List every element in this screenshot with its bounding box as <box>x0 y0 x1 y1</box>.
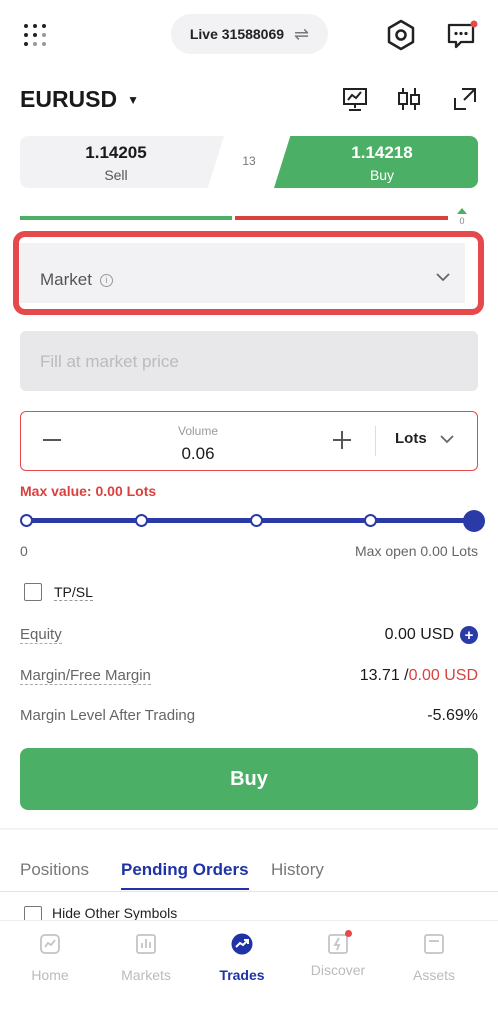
margin-level-row: Margin Level After Trading -5.69% <box>20 707 478 729</box>
tab-positions[interactable]: Positions <box>20 860 89 880</box>
swap-icon: ⇌ <box>294 23 310 44</box>
slider-min-label: 0 <box>20 543 28 559</box>
free-margin-value: 0.00 USD <box>408 667 478 684</box>
tpsl-label: TP/SL <box>54 583 93 601</box>
triangle-up-icon <box>457 208 467 214</box>
volume-unit-select[interactable]: Lots <box>395 430 455 447</box>
buy-price: 1.14218 <box>351 143 413 162</box>
hide-other-symbols-toggle[interactable]: Hide Other Symbols <box>24 906 177 920</box>
chart-presentation-icon[interactable] <box>340 84 370 114</box>
slider-step-25[interactable] <box>135 514 148 527</box>
volume-label: Volume <box>177 424 219 438</box>
margin-label[interactable]: Margin/Free Margin <box>20 667 151 685</box>
nav-assets[interactable]: Assets <box>394 933 474 983</box>
order-type-label: Market <box>40 270 92 289</box>
symbol-row: EURUSD ▼ <box>20 84 478 116</box>
buy-price-button[interactable]: 1.14218 Buy <box>274 136 478 188</box>
sell-price-button[interactable]: 1.14205 Sell <box>20 136 224 188</box>
buy-button[interactable]: Buy <box>20 748 478 810</box>
slider-max-label: Max open 0.00 Lots <box>355 543 478 559</box>
max-value-warning: Max value: 0.00 Lots <box>20 483 157 499</box>
candlestick-icon[interactable] <box>394 84 424 114</box>
pop-out-icon[interactable] <box>450 84 480 114</box>
hide-other-checkbox[interactable] <box>24 906 42 920</box>
slider-step-0[interactable] <box>20 514 33 527</box>
buy-label: Buy <box>369 167 395 183</box>
nav-home[interactable]: Home <box>10 933 90 983</box>
chevron-down-icon <box>440 434 454 443</box>
assets-wallet-icon <box>424 934 444 954</box>
sell-price: 1.14205 <box>85 143 147 162</box>
section-divider <box>0 828 498 830</box>
ratio-buy-segment <box>20 216 232 220</box>
nav-discover[interactable]: Discover <box>298 930 378 978</box>
markets-bar-icon <box>136 934 156 954</box>
order-type-select[interactable]: Market i <box>20 243 465 303</box>
settings-hexagon-icon[interactable] <box>384 18 418 52</box>
chevron-down-icon <box>436 273 450 282</box>
symbol-name: EURUSD <box>20 86 118 112</box>
slider-track <box>26 518 472 523</box>
sell-label: Sell <box>104 167 128 183</box>
info-icon: i <box>99 273 113 287</box>
symbol-selector[interactable]: EURUSD ▼ <box>20 86 139 113</box>
tabs-divider <box>0 891 498 892</box>
bottom-nav: Home Markets Trades Discover Assets <box>0 920 498 1024</box>
price-row: 1.14205 Sell 13 1.14218 Buy <box>20 136 478 188</box>
nav-discover-label: Discover <box>310 962 366 978</box>
margin-row: Margin/Free Margin 13.71 /0.00 USD <box>20 667 478 689</box>
top-bar: Live 31588069 ⇌ <box>0 0 498 70</box>
ratio-value: 0 <box>459 216 465 226</box>
equity-row: Equity 0.00 USD + <box>20 626 478 648</box>
nav-trades[interactable]: Trades <box>202 933 282 983</box>
margin-value: 13.71 / <box>359 667 409 684</box>
discover-badge <box>345 930 352 937</box>
volume-divider <box>375 426 376 456</box>
caret-down-icon: ▼ <box>127 92 140 107</box>
spread-value: 13 <box>242 154 256 168</box>
volume-unit-label: Lots <box>395 430 427 447</box>
apps-grid-icon[interactable] <box>24 24 48 48</box>
hide-other-label: Hide Other Symbols <box>52 906 178 920</box>
deposit-plus-icon[interactable]: + <box>460 626 478 644</box>
margin-level-value: -5.69% <box>427 707 478 724</box>
account-label: Live 31588069 <box>189 26 285 42</box>
margin-level-label: Margin Level After Trading <box>20 707 196 724</box>
nav-markets[interactable]: Markets <box>106 933 186 983</box>
tpsl-toggle[interactable]: TP/SL <box>24 583 93 601</box>
tab-pending-orders[interactable]: Pending Orders <box>121 860 249 890</box>
price-field-placeholder: Fill at market price <box>40 352 179 371</box>
ratio-marker: 0 <box>455 208 469 228</box>
volume-increase-button[interactable] <box>331 428 355 452</box>
slider-step-75[interactable] <box>364 514 377 527</box>
nav-home-label: Home <box>31 967 69 983</box>
tpsl-checkbox[interactable] <box>24 583 42 601</box>
volume-slider[interactable] <box>20 510 485 532</box>
slider-handle[interactable] <box>463 510 485 532</box>
nav-markets-label: Markets <box>121 967 171 983</box>
volume-stepper: Volume 0.06 Lots <box>20 411 478 471</box>
nav-trades-label: Trades <box>219 967 265 983</box>
slider-step-50[interactable] <box>250 514 263 527</box>
equity-label[interactable]: Equity <box>20 626 62 644</box>
volume-decrease-button[interactable] <box>41 428 65 452</box>
sentiment-ratio-bar <box>20 216 448 220</box>
home-chart-icon <box>40 934 60 954</box>
equity-value: 0.00 USD <box>384 626 454 643</box>
nav-assets-label: Assets <box>412 967 455 983</box>
account-switcher[interactable]: Live 31588069 ⇌ <box>171 14 328 54</box>
ratio-sell-segment <box>235 216 448 220</box>
tab-history[interactable]: History <box>271 860 324 880</box>
volume-input[interactable]: 0.06 <box>151 444 245 464</box>
price-field: Fill at market price <box>20 331 478 391</box>
message-icon[interactable] <box>446 20 478 50</box>
trades-icon <box>231 933 253 955</box>
